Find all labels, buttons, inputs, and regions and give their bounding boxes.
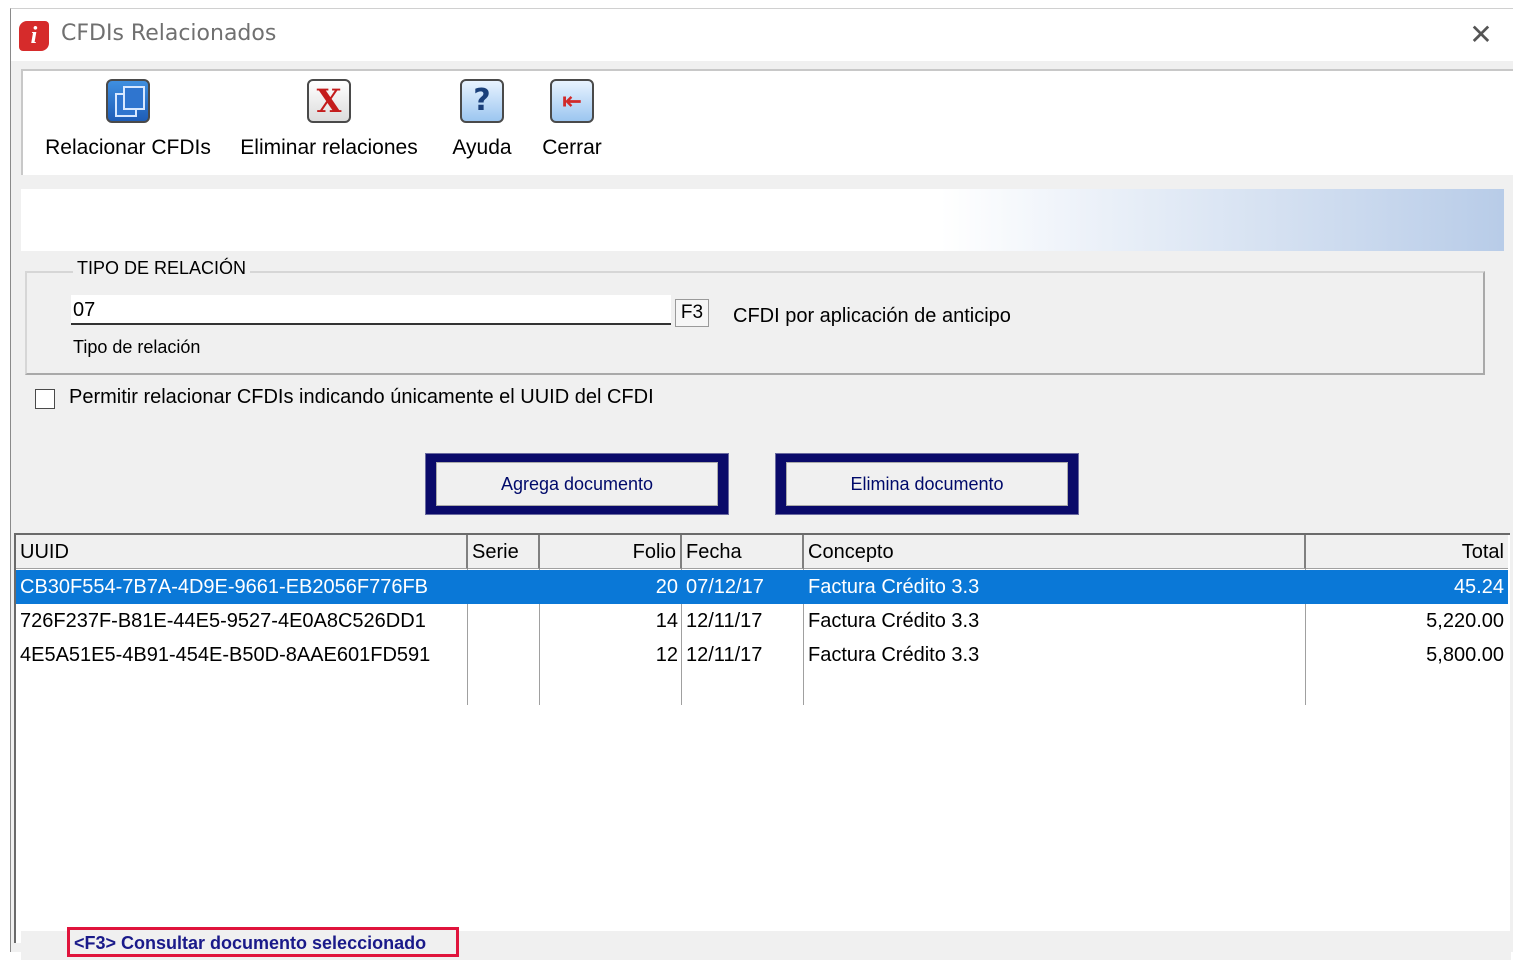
relation-type-description: CFDI por aplicación de anticipo [733, 305, 1011, 327]
elimina-documento-label: Elimina documento [786, 462, 1068, 506]
red-x-icon: X [307, 79, 351, 123]
relacionar-cfdis-button[interactable]: Relacionar CFDIs [43, 79, 213, 160]
relation-type-value: 07 [73, 299, 96, 321]
uuid-only-checkbox[interactable] [35, 389, 55, 409]
table-header: UUID Serie Folio Fecha Concepto Total [16, 535, 1508, 569]
cell-uuid: CB30F554-7B7A-4D9E-9661-EB2056F776FB [20, 576, 429, 598]
header-banner [21, 189, 1504, 251]
cerrar-label: Cerrar [542, 136, 602, 159]
eliminar-relaciones-button[interactable]: X Eliminar relaciones [237, 79, 421, 160]
cerrar-button[interactable]: ⇤ Cerrar [529, 79, 615, 160]
column-header-serie[interactable]: Serie [468, 535, 540, 569]
agrega-documento-label: Agrega documento [436, 462, 718, 506]
close-button[interactable]: ✕ [1463, 19, 1499, 51]
cell-concepto: Factura Crédito 3.3 [808, 576, 980, 598]
exit-door-icon: ⇤ [550, 79, 594, 123]
ayuda-button[interactable]: ? Ayuda [439, 79, 525, 160]
cell-total: 5,800.00 [1426, 644, 1504, 666]
elimina-documento-button[interactable]: Elimina documento [775, 453, 1079, 515]
ayuda-label: Ayuda [452, 136, 512, 159]
title-bar[interactable]: i CFDIs Relacionados ✕ [11, 9, 1513, 61]
relation-type-input[interactable] [71, 295, 671, 325]
help-question-icon: ? [460, 79, 504, 123]
relation-type-group-title: TIPO DE RELACIÓN [73, 258, 251, 279]
cfdis-relacionados-window: i CFDIs Relacionados ✕ Relacionar CFDIs … [10, 8, 1513, 960]
cell-concepto: Factura Crédito 3.3 [808, 644, 980, 666]
column-header-uuid[interactable]: UUID [16, 535, 468, 569]
window-title: CFDIs Relacionados [61, 21, 277, 46]
cell-serie [468, 604, 540, 638]
cell-total: 45.24 [1453, 576, 1504, 598]
column-header-fecha[interactable]: Fecha [682, 535, 804, 569]
cell-fecha: 07/12/17 [686, 576, 764, 598]
cell-uuid: 4E5A51E5-4B91-454E-B50D-8AAE601FD591 [20, 644, 431, 666]
app-logo-icon: i [19, 21, 49, 51]
eliminar-relaciones-label: Eliminar relaciones [240, 136, 418, 159]
uuid-only-label[interactable]: Permitir relacionar CFDIs indicando únic… [69, 386, 654, 409]
table-row[interactable]: 726F237F-B81E-44E5-9527-4E0A8C526DD1 14 … [16, 604, 1508, 638]
cell-folio: 20 [655, 576, 678, 598]
relation-lookup-button[interactable]: F3 [675, 299, 709, 327]
table-row-selected[interactable]: CB30F554-7B7A-4D9E-9661-EB2056F776FB 20 … [16, 570, 1508, 604]
cell-folio: 14 [655, 610, 678, 632]
column-header-folio[interactable]: Folio [540, 535, 682, 569]
agrega-documento-button[interactable]: Agrega documento [425, 453, 729, 515]
cell-folio: 12 [655, 644, 678, 666]
cell-serie [468, 638, 540, 672]
cell-fecha: 12/11/17 [686, 610, 763, 632]
column-header-total[interactable]: Total [1306, 535, 1508, 569]
column-header-concepto[interactable]: Concepto [804, 535, 1306, 569]
relacionar-cfdis-label: Relacionar CFDIs [45, 136, 211, 159]
table-row[interactable]: 4E5A51E5-4B91-454E-B50D-8AAE601FD591 12 … [16, 638, 1508, 672]
toolbar: Relacionar CFDIs X Eliminar relaciones ?… [21, 69, 1513, 175]
cell-serie [468, 570, 540, 604]
cell-fecha: 12/11/17 [686, 644, 763, 666]
stacked-documents-icon [106, 79, 150, 123]
cell-concepto: Factura Crédito 3.3 [808, 610, 980, 632]
relation-type-label: Tipo de relación [73, 337, 201, 357]
cell-uuid: 726F237F-B81E-44E5-9527-4E0A8C526DD1 [20, 610, 426, 632]
status-hint: <F3> Consultar documento seleccionado [67, 927, 459, 957]
related-documents-table[interactable]: UUID Serie Folio Fecha Concepto Total CB… [14, 533, 1510, 943]
cell-total: 5,220.00 [1426, 610, 1504, 632]
